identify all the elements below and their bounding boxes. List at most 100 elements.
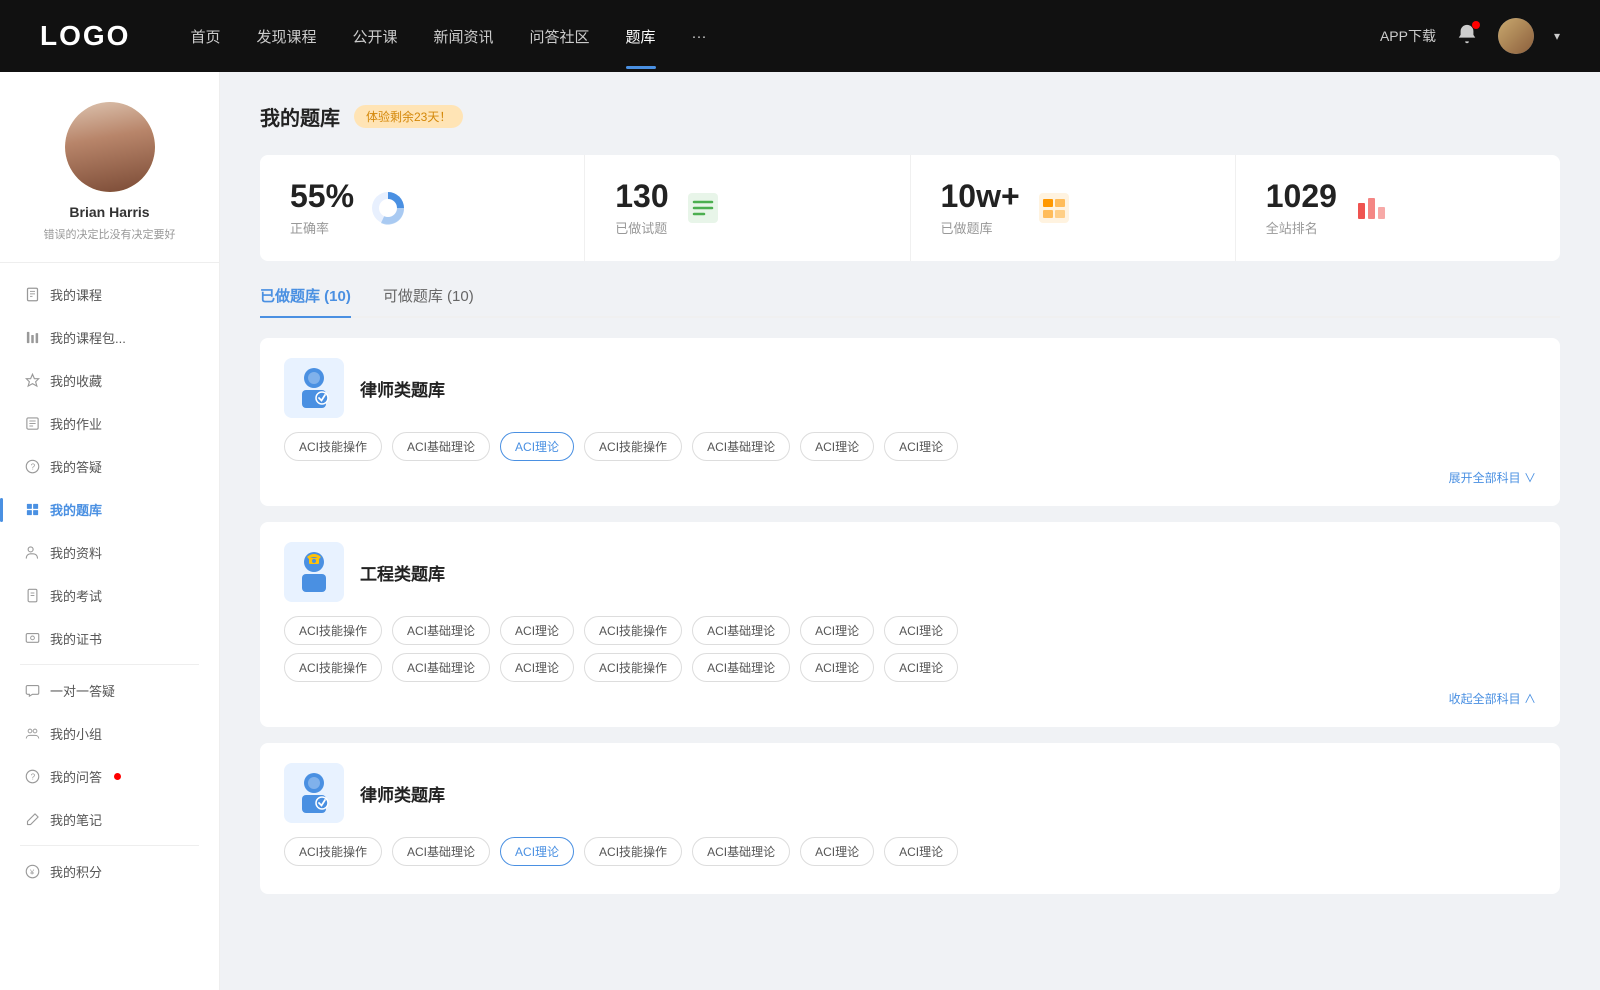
tag[interactable]: ACI理论	[800, 616, 874, 645]
tag[interactable]: ACI基础理论	[392, 432, 490, 461]
sidebar-label: 我的课程包...	[50, 328, 126, 347]
chat-icon	[24, 683, 40, 699]
tag[interactable]: ACI技能操作	[284, 616, 382, 645]
avatar[interactable]	[1498, 18, 1534, 54]
lawyer-icon	[284, 358, 344, 418]
file-icon	[24, 287, 40, 303]
table-icon	[1034, 188, 1074, 228]
table-svg	[1037, 191, 1071, 225]
nav-news[interactable]: 新闻资讯	[434, 26, 494, 47]
tag[interactable]: ACI技能操作	[584, 616, 682, 645]
tag[interactable]: ACI基础理论	[692, 653, 790, 682]
sidebar-item-favorites[interactable]: 我的收藏	[0, 359, 219, 402]
bank-card-lawyer-2: 律师类题库 ACI技能操作 ACI基础理论 ACI理论 ACI技能操作 ACI基…	[260, 743, 1560, 894]
tag[interactable]: ACI技能操作	[584, 837, 682, 866]
sidebar-label: 我的作业	[50, 414, 102, 433]
stat-questions: 130 已做试题	[585, 155, 910, 261]
page-title: 我的题库	[260, 102, 340, 131]
sidebar-item-course-package[interactable]: 我的课程包...	[0, 316, 219, 359]
user-menu-chevron[interactable]: ▾	[1554, 29, 1560, 43]
nav-home[interactable]: 首页	[190, 26, 220, 47]
sidebar-label: 我的题库	[50, 500, 102, 519]
bank-card-header: 律师类题库	[284, 358, 1536, 418]
tag[interactable]: ACI技能操作	[284, 653, 382, 682]
tag[interactable]: ACI理论	[884, 653, 958, 682]
sidebar-item-cert[interactable]: 我的证书	[0, 617, 219, 660]
sidebar-label: 我的证书	[50, 629, 102, 648]
tag[interactable]: ACI理论	[800, 432, 874, 461]
tag[interactable]: ACI理论	[500, 653, 574, 682]
nav-quiz[interactable]: 题库	[626, 26, 656, 47]
bar-svg	[1354, 191, 1388, 225]
points-icon: ¥	[24, 864, 40, 880]
notification-bell[interactable]	[1456, 23, 1478, 50]
stat-accuracy-info: 55% 正确率	[290, 179, 354, 237]
chart-icon	[24, 330, 40, 346]
expand-button[interactable]: 展开全部科目 ∨	[284, 469, 1536, 486]
sidebar-item-my-exam[interactable]: 我的考试	[0, 574, 219, 617]
tag[interactable]: ACI基础理论	[392, 653, 490, 682]
lawyer-icon-2	[284, 763, 344, 823]
sidebar-label: 我的收藏	[50, 371, 102, 390]
tabs-row: 已做题库 (10) 可做题库 (10)	[260, 285, 1560, 318]
profile-name: Brian Harris	[69, 204, 149, 220]
tag-active[interactable]: ACI理论	[500, 837, 574, 866]
sidebar-item-my-group[interactable]: 我的小组	[0, 712, 219, 755]
bank-card-header: 工程类题库	[284, 542, 1536, 602]
pencil-icon	[24, 812, 40, 828]
tag[interactable]: ACI技能操作	[584, 432, 682, 461]
nav-qa[interactable]: 问答社区	[530, 26, 590, 47]
tag[interactable]: ACI基础理论	[692, 616, 790, 645]
tags-row-2a: ACI技能操作 ACI基础理论 ACI理论 ACI技能操作 ACI基础理论 AC…	[284, 616, 1536, 645]
tag[interactable]: ACI理论	[884, 616, 958, 645]
sidebar-divider-2	[20, 845, 199, 846]
stat-questions-info: 130 已做试题	[615, 179, 668, 237]
tag[interactable]: ACI技能操作	[584, 653, 682, 682]
tab-todo[interactable]: 可做题库 (10)	[383, 285, 474, 316]
tag[interactable]: ACI理论	[800, 653, 874, 682]
main-nav: 首页 发现课程 公开课 新闻资讯 问答社区 题库 ···	[190, 26, 1380, 47]
sidebar-item-my-points[interactable]: ¥ 我的积分	[0, 850, 219, 893]
grid-icon	[24, 502, 40, 518]
tag[interactable]: ACI技能操作	[284, 432, 382, 461]
sidebar-label: 我的小组	[50, 724, 102, 743]
nav-open-course[interactable]: 公开课	[352, 26, 397, 47]
page-header: 我的题库 体验剩余23天！	[260, 102, 1560, 131]
sidebar-label: 我的问答	[50, 767, 102, 786]
bank-name: 工程类题库	[360, 560, 445, 585]
tag[interactable]: ACI理论	[884, 837, 958, 866]
tag[interactable]: ACI理论	[800, 837, 874, 866]
sidebar-item-my-data[interactable]: 我的资料	[0, 531, 219, 574]
sidebar-item-my-course[interactable]: 我的课程	[0, 273, 219, 316]
content-area: 我的题库 体验剩余23天！ 55% 正确率	[220, 72, 1600, 990]
list-svg	[686, 191, 720, 225]
collapse-button[interactable]: 收起全部科目 ∧	[284, 690, 1536, 707]
main-layout: Brian Harris 错误的决定比没有决定要好 我的课程 我的课程包...	[0, 72, 1600, 990]
tag-active[interactable]: ACI理论	[500, 432, 574, 461]
tag[interactable]: ACI基础理论	[392, 616, 490, 645]
question-notification-dot	[114, 773, 121, 780]
tag[interactable]: ACI技能操作	[284, 837, 382, 866]
sidebar-label: 我的课程	[50, 285, 102, 304]
sidebar-item-quiz-bank[interactable]: 我的题库	[0, 488, 219, 531]
sidebar-label: 我的积分	[50, 862, 102, 881]
sidebar-item-homework[interactable]: 我的作业	[0, 402, 219, 445]
tag[interactable]: ACI基础理论	[692, 432, 790, 461]
nav-more[interactable]: ···	[692, 28, 707, 45]
tag[interactable]: ACI理论	[884, 432, 958, 461]
sidebar-item-my-question[interactable]: ? 我的问答	[0, 755, 219, 798]
nav-discover[interactable]: 发现课程	[256, 26, 316, 47]
app-download-link[interactable]: APP下载	[1380, 26, 1436, 46]
profile-motto: 错误的决定比没有决定要好	[44, 226, 176, 242]
tag[interactable]: ACI基础理论	[392, 837, 490, 866]
cert-icon	[24, 631, 40, 647]
doc-icon	[24, 588, 40, 604]
sidebar-item-my-notes[interactable]: 我的笔记	[0, 798, 219, 841]
sidebar-item-one-on-one[interactable]: 一对一答疑	[0, 669, 219, 712]
stat-ranking-value: 1029	[1266, 179, 1337, 214]
profile-avatar[interactable]	[65, 102, 155, 192]
sidebar-item-my-qa[interactable]: ? 我的答疑	[0, 445, 219, 488]
tab-done[interactable]: 已做题库 (10)	[260, 285, 351, 316]
tag[interactable]: ACI理论	[500, 616, 574, 645]
tag[interactable]: ACI基础理论	[692, 837, 790, 866]
